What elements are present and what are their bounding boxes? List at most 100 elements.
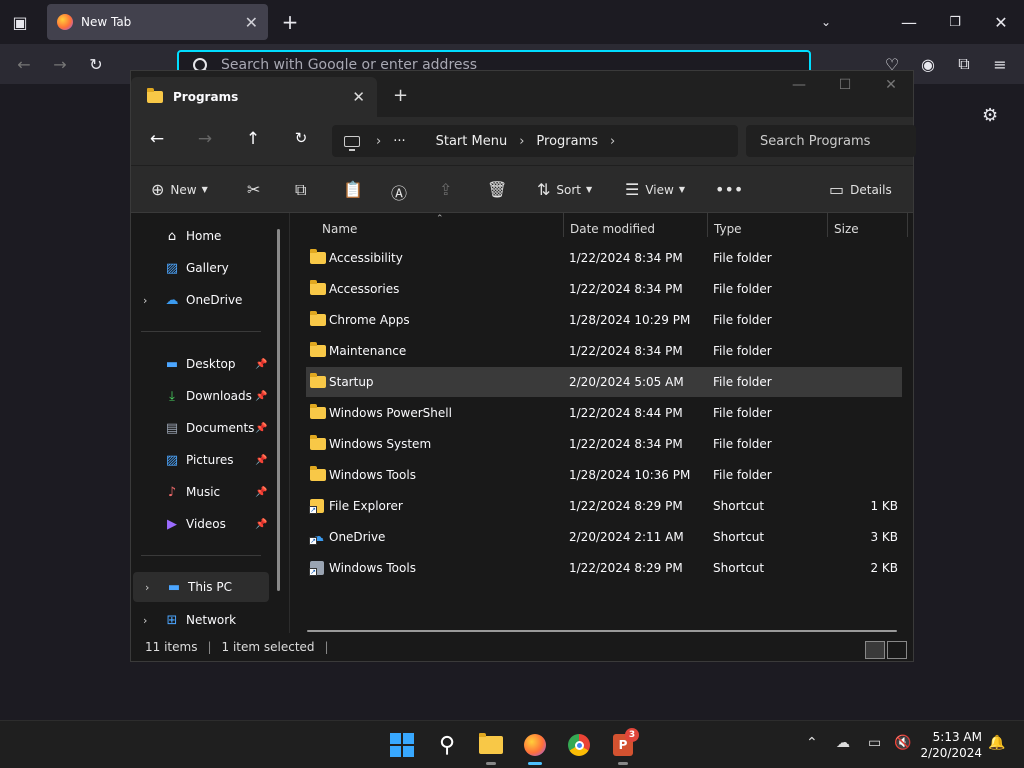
table-row[interactable]: Windows PowerShell 1/22/2024 8:44 PM Fil… — [306, 398, 902, 428]
chevron-right-icon[interactable]: › — [376, 134, 381, 149]
forward-icon[interactable]: → — [46, 50, 74, 78]
table-row[interactable]: ☁ ↗ OneDrive 2/20/2024 2:11 AM Shortcut 3… — [306, 522, 902, 552]
column-header-date[interactable]: Date modified — [570, 217, 655, 241]
chrome-taskbar-button[interactable] — [565, 731, 593, 759]
new-tab-icon[interactable]: + — [276, 8, 304, 36]
pin-icon[interactable]: 📌 — [255, 519, 267, 530]
volume-muted-icon[interactable]: 🔇 — [894, 735, 911, 751]
back-icon[interactable]: ← — [10, 50, 38, 78]
refresh-icon[interactable]: ↻ — [289, 129, 313, 147]
network-tray-icon[interactable]: ▭ — [868, 735, 881, 751]
column-header-name[interactable]: Name — [322, 217, 357, 241]
list-tabs-icon[interactable]: ⌄ — [812, 8, 840, 36]
column-divider[interactable] — [707, 213, 708, 237]
table-row[interactable]: ↗ File Explorer 1/22/2024 8:29 PM Shortc… — [306, 491, 902, 521]
sidebar-item-home[interactable]: ⌂ Home — [131, 221, 281, 251]
share-button[interactable]: ⇪ — [439, 180, 452, 199]
delete-button[interactable]: 🗑 — [487, 180, 507, 199]
sidebar-item-gallery[interactable]: ▨ Gallery — [131, 253, 281, 283]
start-button[interactable] — [388, 731, 416, 759]
back-icon[interactable]: ← — [145, 129, 169, 149]
chevron-right-icon[interactable]: › — [519, 134, 524, 149]
table-row[interactable]: Maintenance 1/22/2024 8:34 PM File folde… — [306, 336, 902, 366]
breadcrumb-programs[interactable]: Programs — [536, 134, 598, 149]
more-options-icon[interactable]: ••• — [715, 180, 743, 199]
column-divider[interactable] — [827, 213, 828, 237]
extensions-icon[interactable]: ⧉ — [950, 50, 978, 78]
horizontal-scrollbar[interactable] — [307, 630, 897, 632]
reload-icon[interactable]: ↻ — [82, 50, 110, 78]
system-clock[interactable]: 5:13 AM 2/20/2024 — [920, 729, 982, 761]
explorer-tab-programs[interactable]: Programs ✕ — [131, 77, 377, 117]
table-row-selected[interactable]: Startup 2/20/2024 5:05 AM File folder — [306, 367, 902, 397]
forward-icon[interactable]: → — [193, 129, 217, 149]
show-hidden-icons-chevron-up-icon[interactable]: ⌃ — [806, 735, 818, 751]
table-row[interactable]: Accessories 1/22/2024 8:34 PM File folde… — [306, 274, 902, 304]
tiles-view-icon[interactable] — [887, 641, 907, 659]
pin-icon[interactable]: 📌 — [255, 359, 267, 370]
table-row[interactable]: Chrome Apps 1/28/2024 10:29 PM File fold… — [306, 305, 902, 335]
search-input[interactable]: Search Programs — [746, 125, 916, 157]
sidebar-item-onedrive[interactable]: › ☁ OneDrive — [131, 285, 281, 315]
maximize-icon[interactable]: ☐ — [833, 77, 857, 93]
pin-icon[interactable]: 📌 — [255, 455, 267, 466]
pin-icon[interactable]: 📌 — [255, 423, 267, 434]
account-icon[interactable]: ◉ — [914, 50, 942, 78]
cut-button[interactable]: ✂ — [247, 180, 260, 199]
table-row[interactable]: Windows Tools 1/28/2024 10:36 PM File fo… — [306, 460, 902, 490]
table-row[interactable]: ↗ Windows Tools 1/22/2024 8:29 PM Shortc… — [306, 553, 902, 583]
paste-button[interactable]: 📋 — [343, 180, 363, 199]
pin-icon[interactable]: 📌 — [255, 391, 267, 402]
more-crumbs-icon[interactable]: ··· — [393, 134, 405, 149]
up-icon[interactable]: ↑ — [241, 129, 265, 149]
gear-icon[interactable]: ⚙ — [982, 105, 998, 126]
sidebar-item-documents[interactable]: ▤ Documents 📌 — [131, 413, 281, 443]
minimize-icon[interactable]: — — [895, 8, 923, 36]
table-row[interactable]: Accessibility 1/22/2024 8:34 PM File fol… — [306, 243, 902, 273]
new-tab-icon[interactable]: + — [393, 85, 408, 106]
close-tab-icon[interactable]: ✕ — [245, 13, 258, 32]
close-window-icon[interactable]: ✕ — [879, 77, 903, 93]
firefox-taskbar-button[interactable] — [521, 731, 549, 765]
sort-button[interactable]: ⇅ Sort ▼ — [537, 180, 592, 199]
copy-button[interactable]: ⧉ — [295, 180, 306, 200]
sidebar-item-pictures[interactable]: ▨ Pictures 📌 — [131, 445, 281, 475]
sidebar-item-videos[interactable]: ▶ Videos 📌 — [131, 509, 281, 539]
column-header-size[interactable]: Size — [834, 217, 859, 241]
sidebar-item-network[interactable]: › ⊞ Network — [131, 605, 281, 635]
browser-tab-title: New Tab — [81, 15, 132, 29]
table-row[interactable]: Windows System 1/22/2024 8:34 PM File fo… — [306, 429, 902, 459]
sidebar-item-this-pc[interactable]: › ▬ This PC — [133, 572, 269, 602]
chevron-right-icon[interactable]: › — [610, 134, 615, 149]
view-button[interactable]: ☰ View ▼ — [625, 180, 685, 199]
menu-icon[interactable]: ≡ — [986, 50, 1014, 78]
column-divider[interactable] — [907, 213, 908, 237]
file-explorer-taskbar-button[interactable] — [477, 731, 505, 765]
notification-bell-icon[interactable]: 🔔 — [988, 735, 1005, 751]
sidebar-item-music[interactable]: ♪ Music 📌 — [131, 477, 281, 507]
browser-tab-new-tab[interactable]: New Tab ✕ — [47, 4, 268, 40]
pin-icon[interactable]: 📌 — [255, 487, 267, 498]
search-icon[interactable]: ⚲ — [433, 731, 461, 759]
minimize-icon[interactable]: — — [787, 77, 811, 93]
close-tab-icon[interactable]: ✕ — [352, 88, 365, 106]
chevron-right-icon[interactable]: › — [143, 294, 147, 307]
tab-list-icon[interactable]: ▣ — [6, 8, 34, 36]
sidebar-item-downloads[interactable]: ⤓ Downloads 📌 — [131, 381, 281, 411]
powerpoint-taskbar-button[interactable]: P3 — [609, 728, 639, 765]
chevron-right-icon[interactable]: › — [143, 614, 147, 627]
column-divider[interactable] — [563, 213, 564, 237]
onedrive-tray-icon[interactable]: ☁ — [836, 735, 850, 751]
sidebar-scrollbar[interactable] — [277, 229, 280, 591]
address-bar[interactable]: › ··· Start Menu › Programs › — [332, 125, 738, 157]
close-window-icon[interactable]: ✕ — [987, 8, 1015, 36]
details-view-icon[interactable] — [865, 641, 885, 659]
breadcrumb-start-menu[interactable]: Start Menu — [436, 134, 508, 149]
rename-button[interactable]: Ⓐ — [391, 180, 407, 204]
sidebar-item-desktop[interactable]: ▬ Desktop 📌 — [131, 349, 281, 379]
new-button[interactable]: ⊕ New ▼ — [151, 180, 208, 199]
chevron-right-icon[interactable]: › — [145, 581, 149, 594]
details-button[interactable]: ▭ Details — [829, 180, 892, 199]
restore-icon[interactable]: ❐ — [941, 8, 969, 36]
column-header-type[interactable]: Type — [714, 217, 742, 241]
